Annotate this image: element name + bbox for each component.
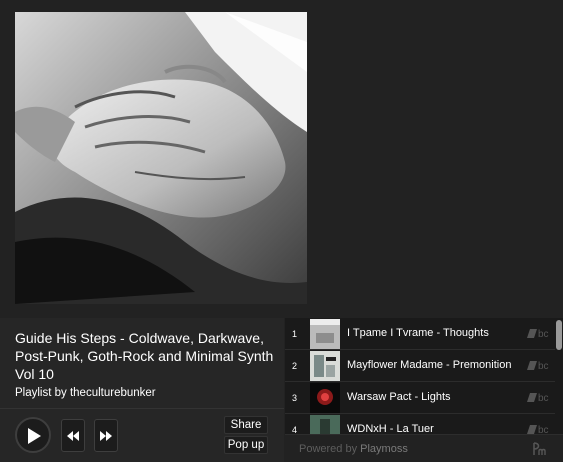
playlist-scrollbar[interactable]: [556, 320, 562, 432]
brand-name[interactable]: Playmoss: [360, 443, 408, 455]
track-title: I Tpame I Tvrame - Thoughts: [347, 327, 489, 339]
play-button[interactable]: [15, 417, 51, 453]
popup-button[interactable]: Pop up: [224, 436, 268, 454]
playlist-byline[interactable]: Playlist by theculturebunker: [15, 387, 156, 399]
track-row[interactable]: 2 Mayflower Madame - Premonition bc: [285, 350, 555, 382]
next-track-button[interactable]: [94, 419, 118, 452]
track-title: Warsaw Pact - Lights: [347, 391, 451, 403]
fast-forward-icon: [100, 431, 112, 441]
rewind-icon: [67, 431, 79, 441]
scrollbar-thumb[interactable]: [556, 320, 562, 350]
bandcamp-icon[interactable]: bc: [527, 360, 553, 371]
svg-text:bc: bc: [538, 361, 549, 371]
track-number: 2: [292, 361, 298, 371]
footer: Powered by Playmoss: [285, 434, 563, 462]
track-thumbnail: [310, 319, 340, 349]
svg-text:bc: bc: [538, 393, 549, 403]
track-thumbnail: [310, 415, 340, 434]
bandcamp-icon[interactable]: bc: [527, 392, 553, 403]
bandcamp-icon[interactable]: bc: [527, 424, 553, 434]
track-title: WDNxH - La Tuer: [347, 423, 434, 434]
svg-text:bc: bc: [538, 425, 549, 434]
track-row[interactable]: 1 I Tpame I Tvrame - Thoughts bc: [285, 318, 555, 350]
powered-by-label: Powered by: [299, 443, 358, 455]
track-title: Mayflower Madame - Premonition: [347, 359, 512, 371]
playlist-title[interactable]: Guide His Steps - Coldwave, Darkwave, Po…: [15, 329, 277, 383]
playmoss-logo-icon[interactable]: [531, 441, 547, 457]
play-icon: [28, 428, 41, 444]
share-button[interactable]: Share: [224, 416, 268, 434]
playlist-artwork: [15, 12, 307, 304]
track-row[interactable]: 4 WDNxH - La Tuer bc: [285, 414, 555, 434]
previous-track-button[interactable]: [61, 419, 85, 452]
divider: [0, 408, 284, 409]
track-list[interactable]: 1 I Tpame I Tvrame - Thoughts bc 2 Mayfl…: [285, 318, 563, 434]
track-number: 3: [292, 393, 298, 403]
track-thumbnail: [310, 351, 340, 381]
track-thumbnail: [310, 383, 340, 413]
bandcamp-icon[interactable]: bc: [527, 328, 553, 339]
track-number: 1: [292, 329, 298, 339]
track-row[interactable]: 3 Warsaw Pact - Lights bc: [285, 382, 555, 414]
player-info-panel: Guide His Steps - Coldwave, Darkwave, Po…: [0, 318, 284, 462]
artwork-image: [15, 12, 307, 304]
track-number: 4: [292, 425, 298, 434]
svg-text:bc: bc: [538, 329, 549, 339]
powered-by-text[interactable]: Powered by Playmoss: [299, 443, 408, 455]
